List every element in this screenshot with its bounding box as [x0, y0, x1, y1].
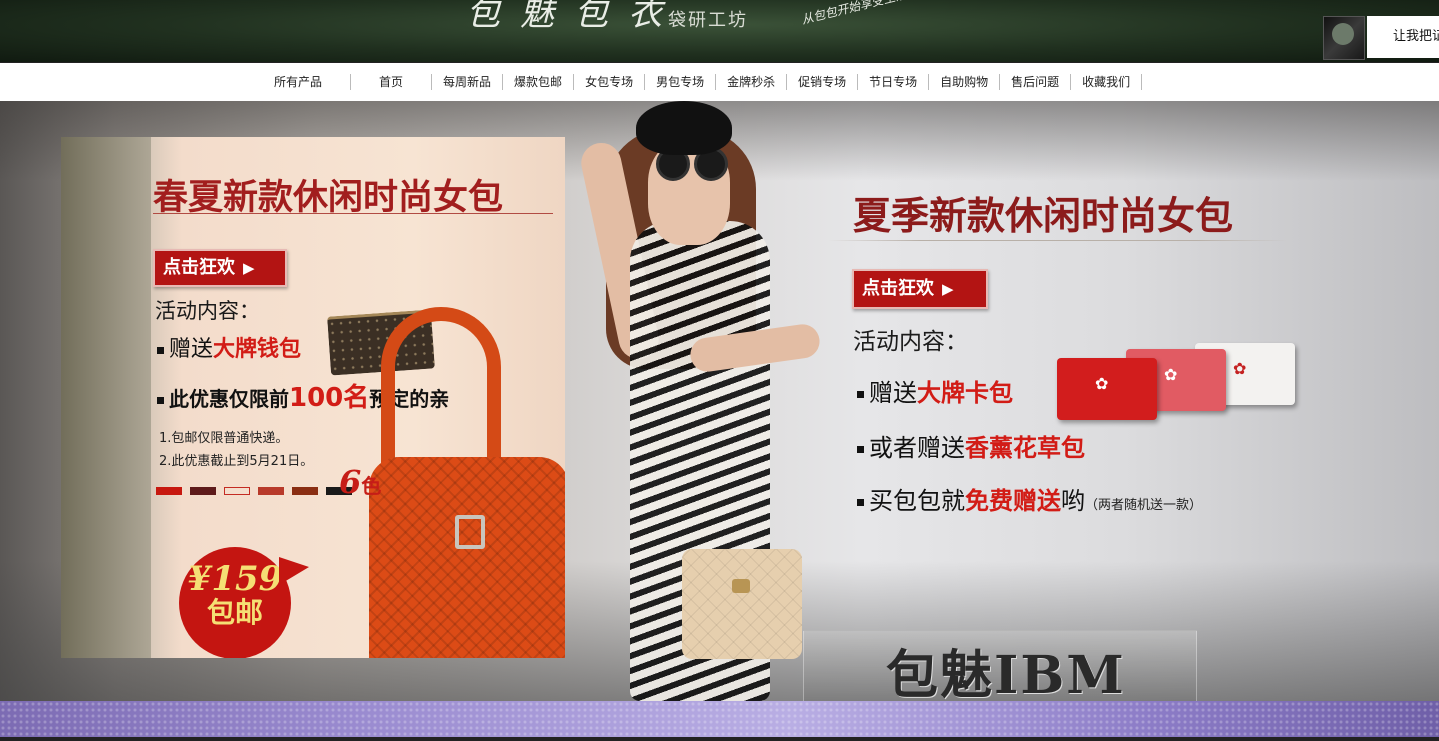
bullet-text: 买包包就 — [869, 487, 965, 515]
main-nav: 所有产品 首页 每周新品 爆款包邮 女包专场 男包专场 金牌秒杀 促销专场 节日… — [0, 62, 1439, 103]
button-label: 点击狂欢 — [862, 278, 934, 299]
divider — [0, 737, 1439, 741]
handbag-body — [369, 457, 565, 658]
nav-item-bookmark[interactable]: 收藏我们 — [1071, 74, 1143, 90]
activity-label: 活动内容： — [155, 299, 260, 323]
price: ¥159 — [187, 559, 283, 599]
free-shipping-label: 包邮 — [206, 596, 263, 629]
color-swatch — [224, 487, 250, 495]
nav-item-home[interactable]: 首页 — [351, 74, 433, 90]
promo-bullet-free-gift: 买包包就免费赠送哟（两者随机送一款） — [857, 481, 1202, 516]
bullet-text: 或者赠送 — [869, 434, 965, 462]
orange-handbag-image — [359, 307, 565, 658]
handbag-handle — [381, 307, 501, 477]
note-line: 2.此优惠截止到5月21日。 — [159, 454, 314, 469]
promo-title-right: 夏季新款休闲时尚女包 — [853, 193, 1234, 238]
site-header: 包魅包衣 袋研工坊 从包包开始享受生活 让我把证 — [0, 0, 1439, 62]
promo-panel-left[interactable]: 春夏新款休闲时尚女包 点击狂欢 ▶ 活动内容： 赠送大牌钱包 此优惠仅限前100名… — [61, 137, 565, 658]
leather-texture — [0, 701, 1439, 741]
color-swatch — [258, 487, 284, 495]
shop-now-button[interactable]: 点击狂欢 ▶ — [153, 249, 287, 287]
promo-bullet-gift: 赠送大牌钱包 — [157, 331, 301, 363]
site-logo[interactable]: 包魅包衣 — [466, 0, 682, 35]
note-line: 1.包邮仅限普通快递。 — [159, 431, 289, 446]
nav-item-weekly-new[interactable]: 每周新品 — [432, 74, 504, 90]
nav-list: 所有产品 首页 每周新品 爆款包邮 女包专场 男包专场 金牌秒杀 促销专场 节日… — [246, 74, 1143, 90]
promo-bullet-card-holder: 赠送大牌卡包 — [857, 373, 1013, 408]
site-subtitle: 袋研工坊 — [668, 10, 748, 31]
nav-item-after-sales[interactable]: 售后问题 — [1000, 74, 1072, 90]
promo-bullet-sachet: 或者赠送香薰花草包 — [857, 428, 1085, 463]
model-photo — [560, 101, 880, 701]
hat-icon — [636, 101, 732, 155]
bullet-text: 哟 — [1061, 487, 1085, 515]
background-tree — [61, 137, 151, 658]
nav-item-flash-sale[interactable]: 金牌秒杀 — [716, 74, 788, 90]
avatar-image-icon — [1332, 23, 1354, 45]
nav-item-self-service[interactable]: 自助购物 — [929, 74, 1001, 90]
colors-number: 6 — [339, 463, 362, 501]
bullet-highlight: 100名 — [289, 383, 370, 413]
colors-count: 6色 — [339, 463, 381, 501]
bow-icon: ✿ — [1095, 374, 1109, 393]
colors-unit: 色 — [361, 474, 382, 498]
nav-item-women-bags[interactable]: 女包专场 — [574, 74, 646, 90]
play-arrow-icon: ▶ — [942, 280, 954, 298]
bullet-highlight: 免费赠送 — [965, 487, 1061, 515]
nav-item-men-bags[interactable]: 男包专场 — [645, 74, 717, 90]
nav-item-all-products[interactable]: 所有产品 — [246, 74, 352, 90]
bullet-text: 此优惠仅限前 — [169, 387, 289, 411]
bow-icon: ✿ — [1164, 365, 1178, 384]
bullet-icon — [857, 390, 864, 398]
shop-now-button-right[interactable]: 点击狂欢 ▶ — [852, 269, 988, 309]
brand-logo-box: 包魅IBM — [803, 630, 1197, 701]
button-label: 点击狂欢 — [163, 257, 235, 278]
decorative-strip — [0, 701, 1439, 741]
avatar[interactable] — [1323, 16, 1365, 60]
nav-item-holiday[interactable]: 节日专场 — [858, 74, 930, 90]
bullet-icon — [157, 397, 164, 404]
bow-icon: ✿ — [1233, 359, 1247, 378]
bullet-icon — [157, 346, 164, 354]
site-slogan: 从包包开始享受生活 — [800, 0, 909, 27]
bullet-text: 赠送 — [869, 379, 917, 407]
bullet-note: （两者随机送一款） — [1085, 498, 1203, 513]
promo-notes: 1.包邮仅限普通快递。 2.此优惠截止到5月21日。 — [159, 427, 313, 473]
color-swatch — [156, 487, 182, 495]
color-swatch — [292, 487, 318, 495]
nav-item-promotions[interactable]: 促销专场 — [787, 74, 859, 90]
divider — [828, 240, 1288, 241]
buckle-icon — [455, 515, 485, 549]
bullet-highlight: 香薰花草包 — [965, 434, 1085, 462]
brand-logo: 包魅IBM — [886, 645, 1126, 701]
bullet-text: 赠送 — [169, 337, 214, 362]
bullet-icon — [857, 498, 864, 506]
header-cta-button[interactable]: 让我把证 — [1367, 16, 1439, 58]
quilted-bag-image — [682, 549, 802, 659]
bullet-icon — [857, 445, 864, 453]
price-badge: ¥159 包邮 — [179, 547, 309, 658]
bag-clasp — [732, 579, 750, 593]
bullet-highlight: 大牌卡包 — [917, 379, 1013, 407]
card-holder-image: ✿ — [1057, 358, 1157, 420]
play-arrow-icon: ▶ — [243, 259, 255, 277]
color-swatches — [156, 487, 352, 495]
hero-banner[interactable]: 春夏新款休闲时尚女包 点击狂欢 ▶ 活动内容： 赠送大牌钱包 此优惠仅限前100名… — [0, 101, 1439, 701]
nav-item-hot-free-shipping[interactable]: 爆款包邮 — [503, 74, 575, 90]
activity-label-right: 活动内容： — [853, 329, 968, 355]
divider — [153, 213, 553, 214]
color-swatch — [190, 487, 216, 495]
bullet-highlight: 大牌钱包 — [213, 337, 302, 362]
